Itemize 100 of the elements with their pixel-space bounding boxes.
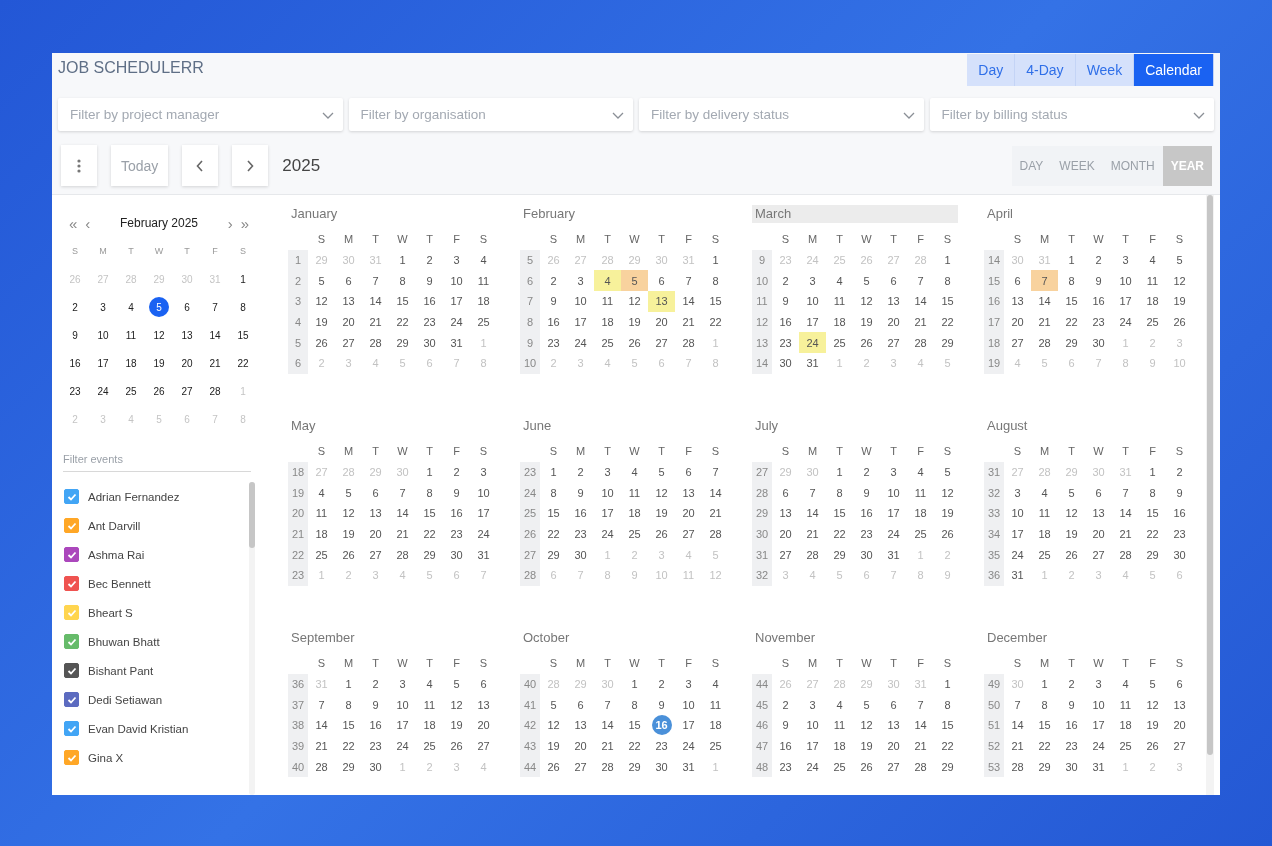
date-cell[interactable]: 24 (1085, 735, 1112, 757)
date-cell[interactable]: 9 (540, 291, 567, 312)
date-cell[interactable]: 23 (1166, 523, 1193, 545)
date-cell[interactable]: 30 (772, 353, 799, 374)
date-cell[interactable]: 26 (934, 523, 961, 545)
previous-month-button[interactable]: ‹ (81, 214, 95, 232)
date-cell[interactable]: 14 (1112, 503, 1139, 524)
date-cell[interactable]: 12 (149, 325, 169, 345)
date-cell[interactable]: 10 (1004, 503, 1031, 524)
date-cell[interactable]: 23 (1085, 311, 1112, 333)
date-cell[interactable]: 6 (177, 297, 197, 317)
date-cell[interactable]: 11 (621, 482, 648, 504)
date-cell[interactable]: 4 (470, 249, 497, 271)
last-button[interactable]: » (236, 214, 253, 232)
date-cell[interactable]: 21 (907, 735, 934, 757)
date-cell[interactable]: 5 (335, 482, 362, 504)
date-cell[interactable]: 7 (702, 461, 729, 483)
date-cell[interactable]: 4 (1031, 482, 1058, 504)
date-cell[interactable]: 7 (389, 482, 416, 504)
date-cell[interactable]: 3 (594, 461, 621, 483)
date-cell[interactable]: 16 (567, 503, 594, 524)
date-cell[interactable]: 23 (772, 756, 799, 778)
date-cell[interactable]: 24 (675, 735, 702, 757)
date-cell[interactable]: 28 (1031, 332, 1058, 354)
date-cell[interactable]: 16 (853, 503, 880, 524)
date-cell[interactable]: 28 (675, 332, 702, 354)
date-cell[interactable]: 12 (1058, 503, 1085, 524)
date-cell[interactable]: 11 (907, 482, 934, 504)
date-cell[interactable]: 22 (1139, 523, 1166, 545)
date-cell[interactable]: 25 (1139, 311, 1166, 333)
date-cell[interactable]: 13 (177, 325, 197, 345)
date-cell[interactable]: 6 (675, 461, 702, 483)
date-cell[interactable]: 4 (907, 461, 934, 483)
date-cell[interactable]: 20 (675, 503, 702, 524)
date-cell[interactable]: 7 (205, 297, 225, 317)
date-cell[interactable]: 5 (934, 461, 961, 483)
date-cell[interactable]: 13 (648, 291, 675, 312)
date-cell[interactable]: 1 (233, 269, 253, 289)
date-cell[interactable]: 12 (335, 503, 362, 524)
date-cell[interactable]: 10 (389, 694, 416, 716)
next-button[interactable] (232, 145, 269, 186)
date-cell[interactable]: 28 (1004, 756, 1031, 778)
date-cell[interactable]: 23 (540, 332, 567, 354)
date-cell[interactable]: 18 (702, 715, 729, 736)
date-cell[interactable]: 9 (853, 482, 880, 504)
date-cell[interactable]: 1 (826, 461, 853, 483)
date-cell[interactable]: 4 (826, 694, 853, 716)
month-title[interactable]: February (520, 205, 726, 223)
date-cell[interactable]: 12 (1139, 694, 1166, 716)
date-cell[interactable]: 30 (1085, 332, 1112, 354)
date-cell[interactable]: 23 (65, 381, 85, 401)
date-cell[interactable]: 30 (1166, 544, 1193, 566)
date-cell[interactable]: 1 (389, 249, 416, 271)
date-cell[interactable]: 6 (335, 270, 362, 292)
date-cell[interactable]: 15 (1031, 715, 1058, 736)
date-cell[interactable]: 3 (1112, 249, 1139, 271)
date-cell[interactable]: 17 (1085, 715, 1112, 736)
month-title[interactable]: August (984, 417, 1190, 435)
date-cell[interactable]: 6 (567, 694, 594, 716)
date-cell[interactable]: 23 (648, 735, 675, 757)
date-cell[interactable]: 19 (308, 311, 335, 333)
date-cell[interactable]: 20 (880, 735, 907, 757)
date-cell[interactable]: 29 (335, 756, 362, 778)
date-cell[interactable]: 15 (416, 503, 443, 524)
date-cell[interactable]: 1 (621, 673, 648, 695)
date-cell[interactable]: 28 (205, 381, 225, 401)
date-cell[interactable]: 27 (362, 544, 389, 566)
date-cell[interactable]: 9 (1166, 482, 1193, 504)
checkbox[interactable] (64, 547, 79, 562)
date-cell[interactable]: 25 (121, 381, 141, 401)
date-cell[interactable]: 4 (1112, 673, 1139, 695)
date-cell[interactable]: 6 (470, 673, 497, 695)
date-cell[interactable]: 22 (934, 311, 961, 333)
date-cell[interactable]: 20 (177, 353, 197, 373)
date-cell[interactable]: 13 (470, 694, 497, 716)
date-cell[interactable]: 10 (443, 270, 470, 292)
date-cell[interactable]: 13 (1166, 694, 1193, 716)
date-cell[interactable]: 12 (853, 291, 880, 312)
date-cell[interactable]: 24 (880, 523, 907, 545)
date-cell[interactable]: 12 (1166, 270, 1193, 292)
date-cell[interactable]: 19 (540, 735, 567, 757)
checkbox[interactable] (64, 721, 79, 736)
date-cell[interactable]: 20 (648, 311, 675, 333)
date-cell[interactable]: 11 (308, 503, 335, 524)
view-tab[interactable]: Day (967, 54, 1016, 86)
date-cell[interactable]: 13 (335, 291, 362, 312)
date-cell[interactable]: 26 (443, 735, 470, 757)
date-cell[interactable]: 6 (880, 694, 907, 716)
date-cell[interactable]: 6 (1085, 482, 1112, 504)
date-cell[interactable]: 26 (540, 756, 567, 778)
date-cell[interactable]: 18 (826, 735, 853, 757)
date-cell[interactable]: 6 (362, 482, 389, 504)
date-cell[interactable]: 14 (675, 291, 702, 312)
date-cell[interactable]: 24 (443, 311, 470, 333)
date-cell[interactable]: 5 (1139, 673, 1166, 695)
date-cell[interactable]: 1 (1139, 461, 1166, 483)
date-cell[interactable]: 29 (934, 332, 961, 354)
date-cell[interactable]: 9 (772, 291, 799, 312)
date-cell[interactable]: 2 (1166, 461, 1193, 483)
date-cell[interactable]: 18 (1139, 291, 1166, 312)
